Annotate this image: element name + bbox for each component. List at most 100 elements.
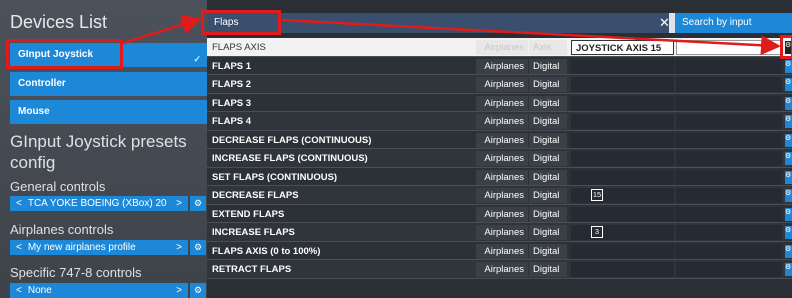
binding-slot-primary[interactable]: [571, 95, 674, 111]
gear-icon[interactable]: ⚙: [785, 263, 792, 276]
type-tag: Digital: [529, 206, 567, 222]
binding-slot-secondary[interactable]: [676, 169, 782, 185]
category-tag: Airplanes: [476, 169, 528, 185]
binding-slot-secondary[interactable]: [676, 95, 782, 111]
table-row[interactable]: DECREASE FLAPS (CONTINUOUS) Airplanes Digi…: [207, 130, 792, 149]
binding-slot-secondary[interactable]: [676, 151, 782, 166]
gear-icon[interactable]: ⚙: [785, 189, 792, 202]
table-row[interactable]: FLAPS 3 Airplanes Digital ⚙: [207, 93, 792, 112]
airplanes-controls-label: Airplanes controls: [10, 222, 114, 237]
binding-slot-primary[interactable]: [571, 58, 674, 74]
binding-slot-primary[interactable]: [571, 243, 674, 259]
binding-slot-secondary[interactable]: [676, 188, 782, 203]
table-row[interactable]: RETRACT FLAPS Airplanes Digital ⚙: [207, 260, 792, 279]
binding-slot-primary[interactable]: [571, 132, 674, 148]
category-tag: Airplanes: [476, 151, 528, 166]
gear-icon[interactable]: ⚙: [785, 170, 792, 184]
controls-table: FLAPS AXIS Airplanes Axis JOYSTICK AXIS 15 ⚙…: [207, 38, 792, 279]
control-name: INCREASE FLAPS: [212, 227, 295, 238]
binding-slot-primary[interactable]: 15: [571, 188, 674, 203]
category-tag: Airplanes: [476, 225, 528, 240]
category-tag: Airplanes: [476, 77, 528, 92]
binding-slot-primary[interactable]: [571, 77, 674, 92]
gear-icon[interactable]: ⚙: [785, 207, 792, 221]
type-tag: Digital: [529, 151, 567, 166]
chevron-right-icon[interactable]: >: [176, 198, 182, 209]
table-row[interactable]: FLAPS AXIS Airplanes Axis JOYSTICK AXIS 15 ⚙: [207, 38, 792, 57]
table-row[interactable]: FLAPS 4 Airplanes Digital ⚙: [207, 112, 792, 131]
table-row[interactable]: FLAPS AXIS (0 to 100%) Airplanes Digital ⚙: [207, 241, 792, 260]
airplanes-controls-selector[interactable]: < My new airplanes profile >: [10, 240, 188, 255]
table-row[interactable]: INCREASE FLAPS (CONTINUOUS) Airplanes Digi…: [207, 149, 792, 168]
table-row[interactable]: FLAPS 2 Airplanes Digital ⚙: [207, 75, 792, 94]
binding-slot-secondary[interactable]: [676, 243, 782, 259]
type-tag: Digital: [529, 188, 567, 203]
category-tag: Airplanes: [476, 262, 528, 277]
gear-icon[interactable]: ⚙: [190, 283, 206, 298]
selector-value: My new airplanes profile: [27, 242, 136, 253]
chevron-left-icon[interactable]: <: [16, 198, 22, 209]
control-name: FLAPS 2: [212, 79, 252, 90]
gear-icon[interactable]: ⚙: [785, 96, 792, 110]
gear-icon[interactable]: ⚙: [190, 196, 206, 211]
binding-slot-primary[interactable]: [571, 151, 674, 166]
chevron-left-icon[interactable]: <: [16, 242, 22, 253]
table-row[interactable]: EXTEND FLAPS Airplanes Digital ⚙: [207, 204, 792, 223]
key-indicator: 15: [591, 189, 603, 201]
general-controls-selector[interactable]: < TCA YOKE BOEING (XBox) 20 >: [10, 196, 188, 211]
control-name: DECREASE FLAPS (CONTINUOUS): [212, 134, 372, 146]
gear-icon[interactable]: ⚙: [190, 240, 206, 255]
table-row[interactable]: SET FLAPS (CONTINUOUS) Airplanes Digital ⚙: [207, 167, 792, 186]
table-row[interactable]: INCREASE FLAPS Airplanes Digital 3 ⚙: [207, 223, 792, 242]
gear-icon[interactable]: ⚙: [785, 244, 792, 258]
gear-icon[interactable]: ⚙: [785, 78, 792, 91]
binding-slot-secondary[interactable]: [676, 114, 782, 129]
gear-icon[interactable]: ⚙: [785, 59, 792, 73]
gear-icon[interactable]: ⚙: [785, 152, 792, 165]
gear-icon[interactable]: ⚙: [785, 133, 792, 147]
type-tag: Digital: [529, 77, 567, 92]
table-row[interactable]: FLAPS 1 Airplanes Digital ⚙: [207, 56, 792, 75]
table-row[interactable]: DECREASE FLAPS Airplanes Digital 15 ⚙: [207, 186, 792, 205]
chevron-right-icon[interactable]: >: [176, 285, 182, 296]
device-item-controller[interactable]: Controller: [10, 72, 207, 96]
annotation-box-gear: [780, 35, 792, 59]
control-name: RETRACT FLAPS: [212, 264, 292, 275]
binding-slot-secondary[interactable]: [676, 206, 782, 222]
chevron-left-icon[interactable]: <: [16, 285, 22, 296]
category-tag: Airplanes: [476, 95, 528, 111]
category-tag: Airplanes: [476, 188, 528, 203]
type-tag: Digital: [529, 225, 567, 240]
annotation-box-device: [6, 39, 123, 69]
gear-icon[interactable]: ⚙: [785, 115, 792, 128]
presets-config-title: GInput Joystick presets config: [10, 132, 187, 172]
checkmark-icon: ✓: [193, 54, 201, 64]
control-name: FLAPS AXIS: [212, 42, 266, 53]
control-name: EXTEND FLAPS: [212, 208, 285, 220]
general-controls-label: General controls: [10, 179, 106, 194]
control-name: FLAPS 4: [212, 116, 252, 127]
gear-icon[interactable]: ⚙: [785, 226, 792, 239]
device-item-mouse[interactable]: Mouse: [10, 100, 207, 124]
binding-slot-secondary[interactable]: [676, 262, 782, 277]
binding-slot-primary[interactable]: [571, 262, 674, 277]
binding-slot-secondary[interactable]: [676, 58, 782, 74]
binding-value: JOYSTICK AXIS 15: [576, 43, 662, 54]
binding-slot-primary[interactable]: JOYSTICK AXIS 15: [571, 40, 674, 55]
binding-slot-primary[interactable]: [571, 169, 674, 185]
close-icon[interactable]: ✕: [659, 15, 670, 31]
binding-slot-secondary[interactable]: [676, 40, 782, 55]
control-name: DECREASE FLAPS: [212, 190, 299, 201]
control-name: FLAPS 1: [212, 60, 252, 72]
search-by-input-button[interactable]: Search by input: [675, 13, 792, 33]
binding-slot-primary[interactable]: [571, 114, 674, 129]
binding-slot-secondary[interactable]: [676, 77, 782, 92]
binding-slot-secondary[interactable]: [676, 225, 782, 240]
type-tag: Digital: [529, 58, 567, 74]
binding-slot-primary[interactable]: [571, 206, 674, 222]
type-tag: Digital: [529, 262, 567, 277]
specific-controls-selector[interactable]: < None >: [10, 283, 188, 298]
binding-slot-primary[interactable]: 3: [571, 225, 674, 240]
binding-slot-secondary[interactable]: [676, 132, 782, 148]
chevron-right-icon[interactable]: >: [176, 242, 182, 253]
